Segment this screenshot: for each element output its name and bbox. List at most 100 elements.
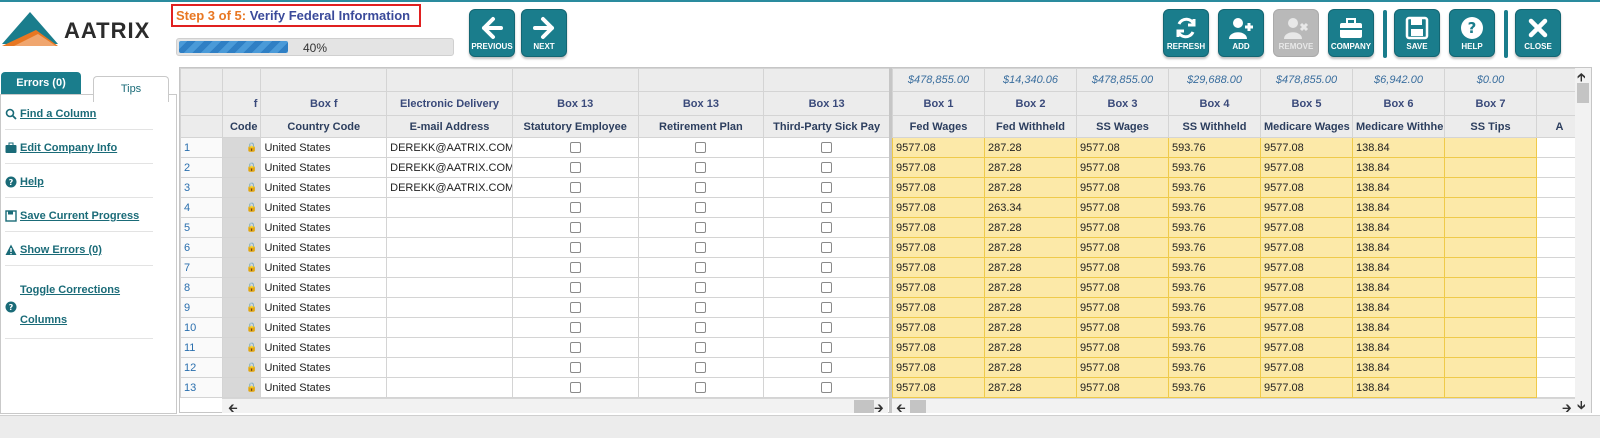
column-header[interactable]: Box 2 <box>984 91 1077 116</box>
statutory-employee-checkbox[interactable] <box>569 142 581 154</box>
column-header[interactable]: Box 13 <box>637 91 765 116</box>
country-code-cell[interactable]: United States <box>260 297 388 318</box>
third-party-sick-pay-checkbox[interactable] <box>821 162 833 174</box>
wage-cell[interactable]: 9577.08 <box>892 317 985 338</box>
country-code-cell[interactable]: United States <box>260 177 388 198</box>
wage-cell[interactable]: 9577.08 <box>1260 277 1353 298</box>
statutory-employee-checkbox[interactable] <box>569 302 581 314</box>
column-header[interactable]: Country Code <box>260 115 388 138</box>
wage-cell[interactable]: 9577.08 <box>892 237 985 258</box>
wage-cell[interactable]: 9577.08 <box>1076 157 1169 178</box>
statutory-employee-checkbox[interactable] <box>569 282 581 294</box>
wage-cell[interactable] <box>1444 157 1537 178</box>
company-button[interactable]: COMPANY <box>1328 9 1374 57</box>
email-cell[interactable] <box>386 297 513 318</box>
wage-cell[interactable]: 9577.08 <box>892 277 985 298</box>
column-header[interactable]: Fed Wages <box>892 115 985 138</box>
wage-cell[interactable]: 9577.08 <box>1076 257 1169 278</box>
third-party-sick-pay-checkbox[interactable] <box>821 242 833 254</box>
email-cell[interactable] <box>386 337 513 358</box>
scrollbar-thumb[interactable] <box>854 400 874 413</box>
wage-cell[interactable]: 593.76 <box>1168 197 1261 218</box>
row-number[interactable]: 12 <box>179 357 224 378</box>
wage-cell[interactable]: 9577.08 <box>1076 197 1169 218</box>
third-party-sick-pay-checkbox[interactable] <box>821 362 833 374</box>
tip-find-column[interactable]: Find a Column <box>5 99 153 130</box>
wage-cell[interactable]: 138.84 <box>1352 297 1445 318</box>
column-header[interactable]: Box 4 <box>1168 91 1261 116</box>
retirement-plan-checkbox[interactable] <box>695 262 707 274</box>
next-button[interactable]: NEXT <box>521 9 567 57</box>
wage-cell[interactable]: 9577.08 <box>1076 137 1169 158</box>
right-horizontal-scrollbar[interactable]: 🡰 🡲 <box>892 398 1578 415</box>
wage-cell[interactable]: 9577.08 <box>1076 337 1169 358</box>
row-number[interactable]: 4 <box>179 197 224 218</box>
wage-cell[interactable]: 138.84 <box>1352 177 1445 198</box>
wage-cell[interactable]: 9577.08 <box>1076 297 1169 318</box>
wage-cell[interactable]: 287.28 <box>984 217 1077 238</box>
wage-cell[interactable] <box>1444 277 1537 298</box>
wage-cell[interactable]: 9577.08 <box>1076 377 1169 398</box>
wage-cell[interactable]: 138.84 <box>1352 197 1445 218</box>
wage-cell[interactable]: 593.76 <box>1168 237 1261 258</box>
retirement-plan-checkbox[interactable] <box>695 362 707 374</box>
column-header[interactable] <box>637 68 765 92</box>
column-header[interactable]: SS Wages <box>1076 115 1169 138</box>
column-header[interactable]: E-mail Address <box>386 115 513 138</box>
column-header[interactable]: Box 5 <box>1260 91 1353 116</box>
statutory-employee-checkbox[interactable] <box>569 322 581 334</box>
help-button[interactable]: ? HELP <box>1449 9 1495 57</box>
wage-cell[interactable]: 138.84 <box>1352 257 1445 278</box>
column-header[interactable] <box>260 68 388 92</box>
retirement-plan-checkbox[interactable] <box>695 142 707 154</box>
previous-button[interactable]: PREVIOUS <box>469 9 515 57</box>
wage-cell[interactable]: 9577.08 <box>1260 197 1353 218</box>
country-code-cell[interactable]: United States <box>260 257 388 278</box>
left-horizontal-scrollbar[interactable]: 🡰 🡲 <box>222 398 888 415</box>
wage-cell[interactable]: 138.84 <box>1352 277 1445 298</box>
column-header[interactable]: Box 13 <box>763 91 890 116</box>
third-party-sick-pay-checkbox[interactable] <box>821 282 833 294</box>
wage-cell[interactable] <box>1444 237 1537 258</box>
column-header[interactable]: Box f <box>260 91 388 116</box>
country-code-cell[interactable]: United States <box>260 337 388 358</box>
wage-cell[interactable]: 9577.08 <box>1076 217 1169 238</box>
wage-cell[interactable]: 9577.08 <box>892 257 985 278</box>
wage-cell[interactable]: 9577.08 <box>892 137 985 158</box>
country-code-cell[interactable]: United States <box>260 137 388 158</box>
save-button[interactable]: SAVE <box>1394 9 1440 57</box>
third-party-sick-pay-checkbox[interactable] <box>821 182 833 194</box>
third-party-sick-pay-checkbox[interactable] <box>821 342 833 354</box>
wage-cell[interactable]: 9577.08 <box>1076 177 1169 198</box>
statutory-employee-checkbox[interactable] <box>569 362 581 374</box>
row-number[interactable]: 8 <box>179 277 224 298</box>
column-header[interactable] <box>386 68 513 92</box>
wage-cell[interactable] <box>1444 197 1537 218</box>
scroll-down-icon[interactable]: 🡳 <box>1577 396 1586 417</box>
tip-toggle-corrections[interactable]: ? Toggle Corrections Columns <box>5 275 153 339</box>
wage-cell[interactable]: 9577.08 <box>892 357 985 378</box>
tip-save-progress[interactable]: Save Current Progress <box>5 201 153 232</box>
tab-errors[interactable]: Errors (0) <box>1 72 81 94</box>
tip-label[interactable]: Show Errors (0) <box>20 235 153 265</box>
country-code-cell[interactable]: United States <box>260 377 388 398</box>
column-header[interactable]: Fed Withheld <box>984 115 1077 138</box>
country-code-cell[interactable]: United States <box>260 357 388 378</box>
wage-cell[interactable]: 287.28 <box>984 357 1077 378</box>
email-cell[interactable] <box>386 197 513 218</box>
retirement-plan-checkbox[interactable] <box>695 282 707 294</box>
retirement-plan-checkbox[interactable] <box>695 202 707 214</box>
retirement-plan-checkbox[interactable] <box>695 382 707 394</box>
column-header[interactable]: Medicare Withheld <box>1352 115 1445 138</box>
third-party-sick-pay-checkbox[interactable] <box>821 222 833 234</box>
row-number[interactable]: 9 <box>179 297 224 318</box>
wage-cell[interactable] <box>1444 177 1537 198</box>
email-cell[interactable] <box>386 217 513 238</box>
email-cell[interactable] <box>386 257 513 278</box>
row-number[interactable]: 7 <box>179 257 224 278</box>
column-header[interactable] <box>511 68 639 92</box>
statutory-employee-checkbox[interactable] <box>569 202 581 214</box>
wage-cell[interactable]: 9577.08 <box>1260 377 1353 398</box>
retirement-plan-checkbox[interactable] <box>695 322 707 334</box>
wage-cell[interactable]: 9577.08 <box>1260 257 1353 278</box>
